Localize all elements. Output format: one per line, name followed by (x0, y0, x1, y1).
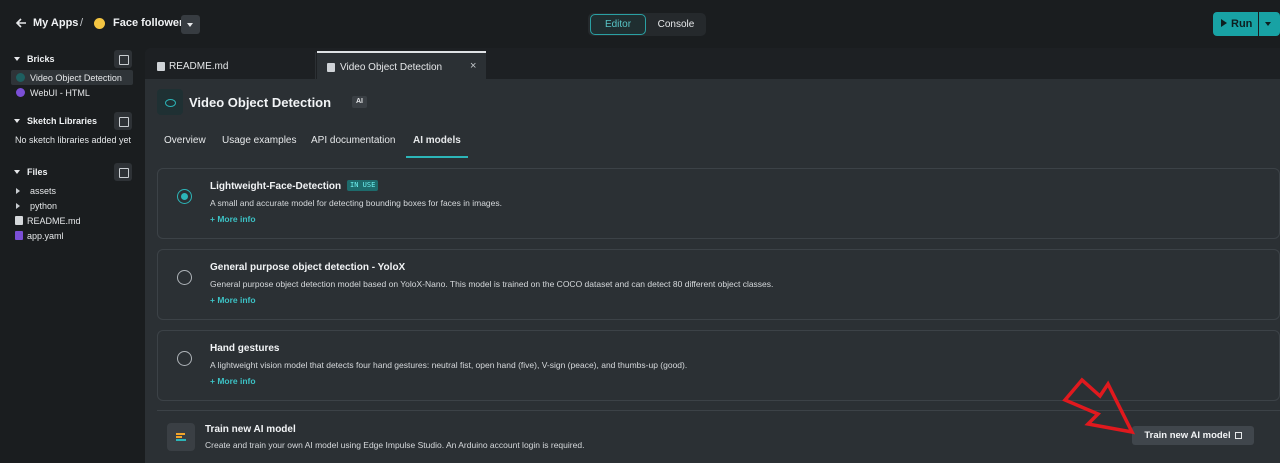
chevron-right-icon[interactable] (16, 188, 20, 194)
in-use-badge: IN USE (347, 180, 379, 191)
add-library-button[interactable] (114, 112, 132, 130)
console-mode-button[interactable]: Console (648, 14, 704, 35)
web-icon (16, 88, 25, 97)
file-item-readme[interactable]: README.md (27, 216, 81, 226)
files-title: Files (27, 167, 48, 177)
top-bar: My Apps / Face follower Editor Console R… (0, 0, 1280, 48)
model-title: Hand gestures (210, 343, 280, 354)
editor-tab-strip: README.md Video Object Detection × (145, 48, 1280, 79)
tab-ai-models[interactable]: AI models (413, 135, 461, 146)
more-info-link[interactable]: + More info (210, 295, 256, 305)
app-name: Face follower (113, 17, 184, 29)
add-brick-button[interactable] (114, 50, 132, 68)
model-description: General purpose object detection model b… (210, 279, 774, 289)
model-description: A lightweight vision model that detects … (210, 360, 688, 370)
files-section-header[interactable]: Files (14, 167, 48, 177)
sidebar: Bricks Video Object Detection WebUI - HT… (0, 48, 143, 463)
model-card[interactable]: Lightweight-Face-Detection IN USE A smal… (157, 168, 1280, 239)
sketch-libraries-title: Sketch Libraries (27, 116, 98, 126)
sidebar-item-video-object-detection[interactable]: Video Object Detection (30, 73, 122, 83)
collapse-icon (14, 170, 20, 174)
tab-overview[interactable]: Overview (164, 135, 206, 146)
file-item-assets[interactable]: assets (30, 186, 56, 196)
model-radio[interactable] (177, 270, 192, 285)
collapse-icon (14, 57, 20, 61)
train-new-ai-model-button[interactable]: Train new AI model (1132, 426, 1254, 445)
annotation-arrow-icon (1062, 377, 1136, 435)
breadcrumb-separator: / (80, 17, 84, 29)
train-description: Create and train your own AI model using… (205, 440, 585, 450)
ai-badge: AI (352, 96, 367, 108)
tab-video-object-detection-label: Video Object Detection (340, 62, 443, 73)
edge-impulse-icon (167, 423, 195, 451)
tab-video-object-detection[interactable]: Video Object Detection × (317, 51, 486, 79)
model-title: Lightweight-Face-Detection (210, 181, 342, 192)
chevron-right-icon[interactable] (16, 203, 20, 209)
bricks-section-header[interactable]: Bricks (14, 54, 55, 64)
collapse-icon (14, 119, 20, 123)
back-arrow-icon[interactable] (13, 15, 29, 31)
tab-api-documentation[interactable]: API documentation (311, 135, 396, 146)
model-card[interactable]: General purpose object detection - YoloX… (157, 249, 1280, 320)
file-item-app-yaml[interactable]: app.yaml (27, 231, 64, 241)
tab-readme-label: README.md (169, 61, 229, 72)
run-label: Run (1231, 18, 1253, 30)
app-menu-dropdown[interactable] (181, 15, 200, 34)
editor-mode-button[interactable]: Editor (590, 14, 646, 35)
file-item-python[interactable]: python (30, 201, 57, 211)
external-link-icon (1234, 432, 1242, 439)
file-icon (157, 62, 165, 71)
model-radio[interactable] (177, 351, 192, 366)
app-emoji-icon (94, 18, 105, 29)
model-radio[interactable] (177, 189, 192, 204)
page-title: Video Object Detection (189, 95, 332, 110)
play-icon (1221, 19, 1227, 27)
run-options-dropdown[interactable] (1259, 12, 1280, 36)
eye-icon (157, 89, 183, 115)
active-tab-indicator (406, 156, 468, 158)
brick-icon (327, 63, 335, 72)
model-title: General purpose object detection - YoloX (210, 262, 406, 273)
eye-icon (16, 73, 25, 82)
sketch-libraries-empty: No sketch libraries added yet (15, 135, 132, 145)
sketch-libraries-section-header[interactable]: Sketch Libraries (14, 116, 97, 126)
tab-usage-examples[interactable]: Usage examples (222, 135, 296, 146)
tab-readme[interactable]: README.md (150, 52, 316, 79)
yaml-file-icon (15, 231, 23, 240)
add-file-button[interactable] (114, 163, 132, 181)
model-description: A small and accurate model for detecting… (210, 198, 503, 208)
run-button[interactable]: Run (1213, 12, 1258, 36)
train-title: Train new AI model (205, 424, 296, 435)
breadcrumb-my-apps[interactable]: My Apps (33, 17, 78, 29)
close-icon[interactable]: × (470, 60, 476, 72)
bricks-title: Bricks (27, 54, 55, 64)
more-info-link[interactable]: + More info (210, 376, 256, 386)
train-button-label: Train new AI model (1144, 430, 1231, 441)
more-info-link[interactable]: + More info (210, 214, 256, 224)
sidebar-item-webui-html[interactable]: WebUI - HTML (30, 88, 90, 98)
mode-switch: Editor Console (588, 13, 706, 36)
file-icon (15, 216, 23, 225)
